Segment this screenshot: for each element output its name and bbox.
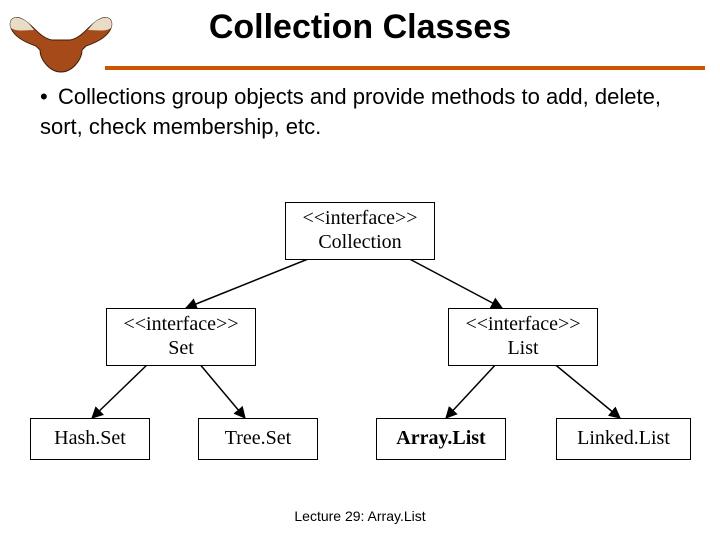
title-underline <box>105 66 705 70</box>
class-name: Collection <box>288 231 432 255</box>
class-name: Set <box>109 337 253 361</box>
box-set: <<interface>> Set <box>106 308 256 366</box>
class-name: Hash.Set <box>33 427 147 451</box>
stereotype: <<interface>> <box>288 207 432 231</box>
box-list: <<interface>> List <box>448 308 598 366</box>
box-linkedlist: Linked.List <box>556 418 691 460</box>
slide-footer: Lecture 29: Array.List <box>0 508 720 524</box>
bullet-item: •Collections group objects and provide m… <box>40 82 695 141</box>
box-arraylist: Array.List <box>376 418 506 460</box>
bullet-dot-icon: • <box>40 82 58 112</box>
class-name: Linked.List <box>559 427 688 451</box>
stereotype: <<interface>> <box>109 313 253 337</box>
bullet-text: Collections group objects and provide me… <box>40 84 661 139</box>
box-treeset: Tree.Set <box>198 418 318 460</box>
slide-title: Collection Classes <box>0 8 720 47</box>
box-hashset: Hash.Set <box>30 418 150 460</box>
class-name: List <box>451 337 595 361</box>
class-name: Array.List <box>379 427 503 451</box>
slide: Collection Classes •Collections group ob… <box>0 0 720 540</box>
class-name: Tree.Set <box>201 427 315 451</box>
box-collection: <<interface>> Collection <box>285 202 435 260</box>
stereotype: <<interface>> <box>451 313 595 337</box>
